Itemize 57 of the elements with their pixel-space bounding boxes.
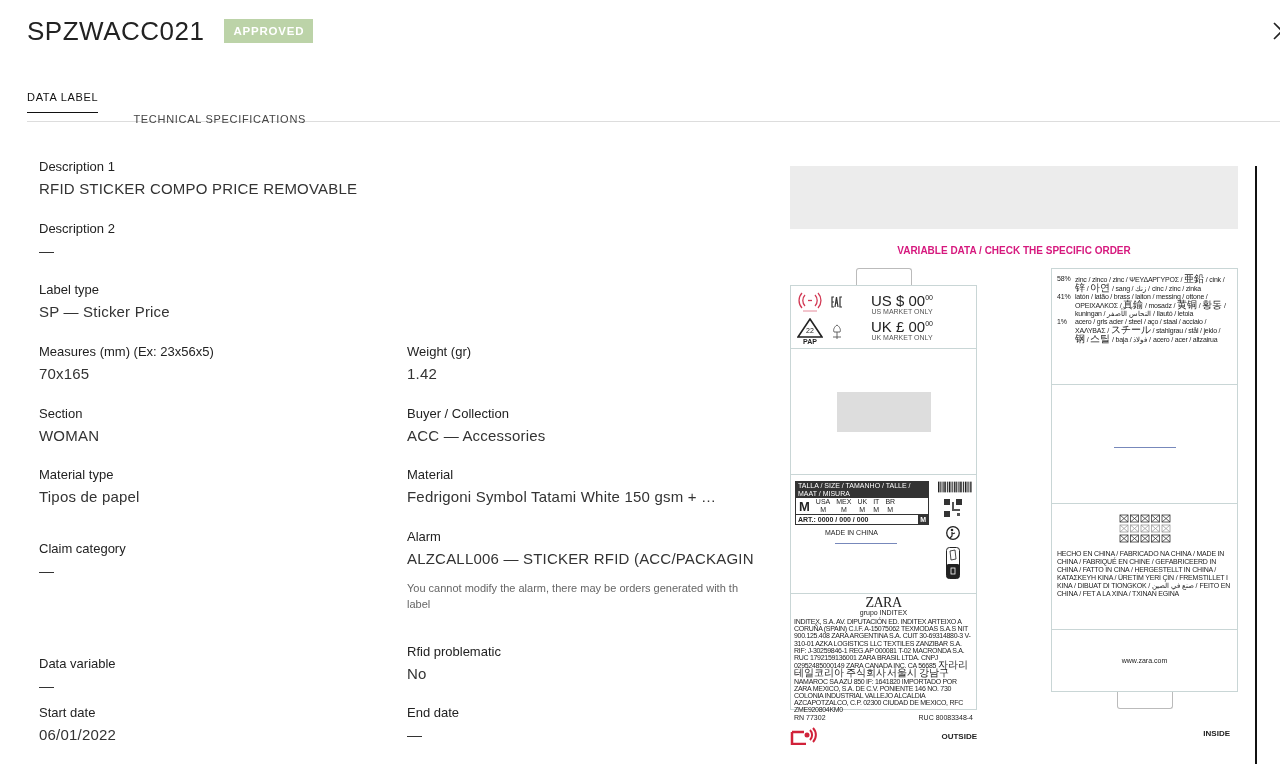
field-label: End date [407,704,460,723]
sorting-icon [946,547,960,579]
barcode-icon [938,481,972,493]
field-label: Start date [39,704,96,723]
field-value: No [407,663,427,684]
tab[interactable]: DATA LABEL [27,91,99,113]
field-label: Material type [39,466,114,485]
rfid-tag-icon [790,727,818,745]
side-caption: OUTSIDE [941,731,977,741]
field-value: — [407,725,423,746]
field-value: — [39,240,55,261]
qr-code-icon [944,499,962,517]
side-caption: INSIDE [1203,729,1230,738]
tab[interactable]: TECHNICAL SPECIFICATIONS [98,104,307,134]
field-value: — [39,675,55,696]
field-label: Description 2 [39,219,115,238]
field-label: Measures (mm) (Ex: 23x56x5) [39,342,214,361]
field-value: RFID STICKER COMPO PRICE REMOVABLE [39,179,358,199]
field-value: WOMAN [39,425,100,446]
field-value: 70x165 [39,363,90,384]
price-text: US $ 00$^{00}$ [871,291,933,308]
field-value: 06/01/2022 [39,725,117,746]
recycling-person-icon [946,525,960,541]
price-text: UK £ 00$^{00}$ [871,317,933,334]
field-value: Fedrigoni Symbol Tatami White 150 gsm + … [407,487,717,508]
field-label: Data variable [39,654,116,673]
label-flap [1116,692,1173,709]
field-value: 1.42 [407,363,437,384]
status-badge: APPROVED [224,19,314,43]
field-label: Material [407,466,454,485]
banner-text: VARIABLE DATA / CHECK THE SPECIFIC ORDER [896,245,1132,256]
field-label: Description 1 [39,158,115,176]
label-title: SPZWACC021 [27,15,205,47]
close-icon[interactable] [1273,22,1280,40]
field-value: Tipos de papel [39,487,140,508]
brand-logo: ZARA [865,596,902,609]
field-value: SP — Sticker Price [39,302,170,323]
field-label: Alarm [407,528,441,546]
blank-line [1114,447,1176,448]
field-label: Rfid problematic [407,642,501,661]
tree-icon [831,324,843,340]
field-value: ALZCALL006 — STICKER RFID (ACC/PACKAGIN [407,549,754,569]
recycle-icon [797,318,823,338]
field-value: ACC — Accessories [407,425,546,446]
field-note: You cannot modify the alarm, there may be orders generated with th label [407,581,738,612]
conformity-mark-icon [831,296,843,308]
blank-line [835,543,897,544]
field-label: Label type [39,281,99,300]
field-label: Weight (gr) [407,342,472,361]
size-text: M [799,498,810,514]
label-flap [855,268,912,285]
care-symbols-drawing [1118,514,1171,544]
field-label: Claim category [39,540,126,558]
field-label: Section [39,404,83,423]
field-value: — [39,561,55,581]
field-label: Buyer / Collection [407,404,509,423]
rfid-icon [797,290,823,314]
